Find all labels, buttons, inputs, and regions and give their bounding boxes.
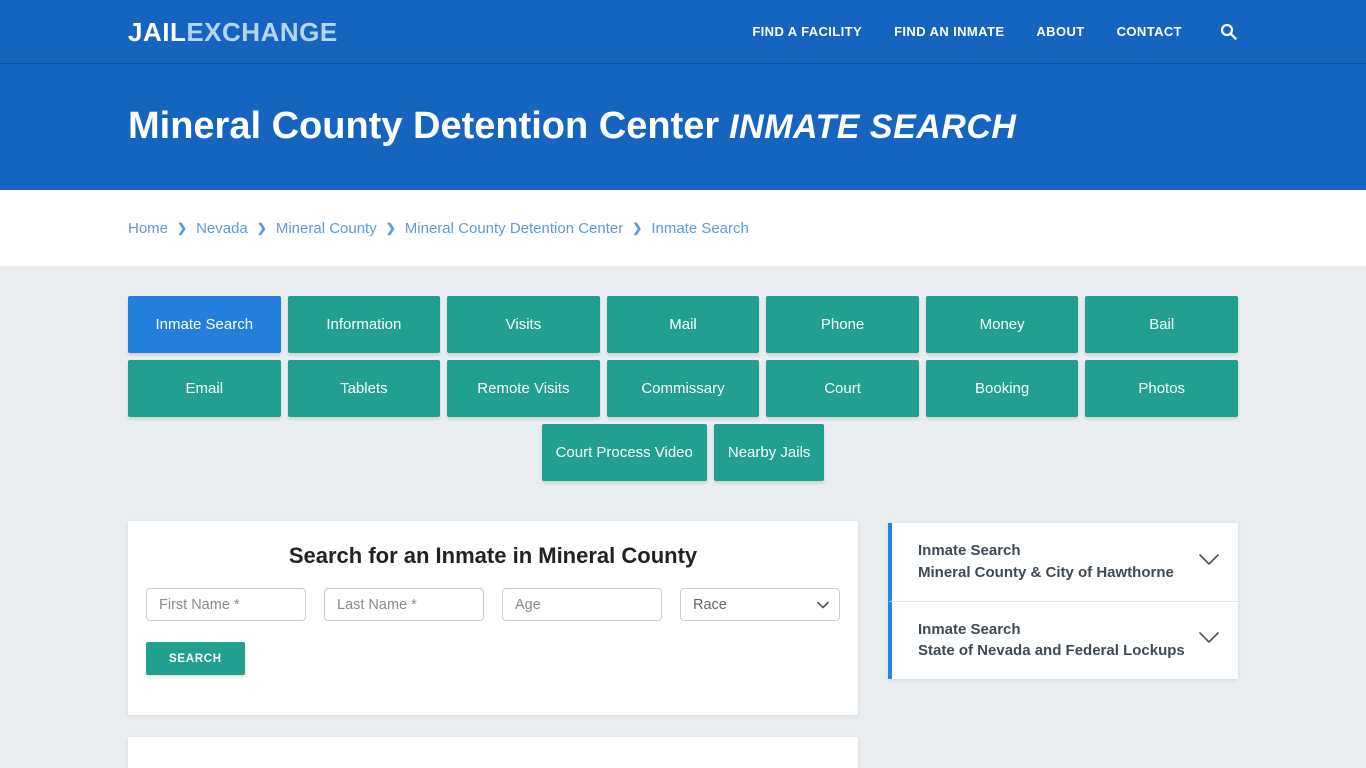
sidebar-item-inmate-search-state[interactable]: Inmate Search State of Nevada and Federa…	[888, 600, 1238, 679]
first-name-input[interactable]	[146, 588, 306, 621]
sidebar-item-subtitle: Mineral County & City of Hawthorne	[918, 563, 1174, 581]
last-name-input[interactable]	[324, 588, 484, 621]
facility-tabs: Inmate Search Information Visits Mail Ph…	[128, 266, 1238, 417]
tab-visits[interactable]: Visits	[447, 296, 600, 353]
breadcrumb-item-mineral-county[interactable]: Mineral County	[276, 220, 377, 237]
race-field-wrap: Race	[680, 588, 840, 621]
secondary-results-card	[128, 737, 858, 768]
main-column: Search for an Inmate in Mineral County R…	[128, 521, 858, 768]
logo-text-primary: JAIL	[128, 16, 187, 47]
tab-booking[interactable]: Booking	[925, 360, 1079, 417]
tab-nearby-jails[interactable]: Nearby Jails	[713, 424, 825, 481]
inmate-search-card: Search for an Inmate in Mineral County R…	[128, 521, 858, 715]
breadcrumb-separator-icon: ❯	[632, 221, 643, 235]
tab-information[interactable]: Information	[287, 296, 441, 353]
nav-item-contact[interactable]: CONTACT	[1117, 24, 1182, 39]
page-title-facility: Mineral County Detention Center	[128, 105, 720, 148]
tab-remote-visits[interactable]: Remote Visits	[447, 360, 600, 417]
sidebar-item-title: Inmate Search	[918, 620, 1021, 638]
page-title: Mineral County Detention Center INMATE SE…	[128, 105, 1017, 148]
breadcrumb-separator-icon: ❯	[256, 221, 267, 235]
content-area: Search for an Inmate in Mineral County R…	[128, 521, 1238, 768]
hero-banner: Mineral County Detention Center INMATE SE…	[0, 64, 1366, 190]
tab-money[interactable]: Money	[925, 296, 1079, 353]
sidebar-column: Inmate Search Mineral County & City of H…	[888, 521, 1238, 679]
age-input[interactable]	[502, 588, 662, 621]
breadcrumb-separator-icon: ❯	[177, 221, 188, 235]
tab-commissary[interactable]: Commissary	[606, 360, 760, 417]
first-name-field-wrap	[146, 588, 306, 621]
breadcrumb-bar: Home ❯ Nevada ❯ Mineral County ❯ Mineral…	[0, 190, 1366, 266]
sidebar-item-title: Inmate Search	[918, 542, 1021, 559]
search-heading: Search for an Inmate in Mineral County	[288, 543, 698, 568]
breadcrumb-item-current: Inmate Search	[651, 219, 749, 237]
tab-inmate-search[interactable]: Inmate Search	[128, 296, 281, 353]
site-header: JAILEXCHANGE FIND A FACILITY FIND AN INM…	[0, 0, 1366, 64]
nav-item-about[interactable]: ABOUT	[1036, 24, 1084, 39]
page-content: Inmate Search Information Visits Mail Ph…	[0, 266, 1366, 768]
tab-tablets[interactable]: Tablets	[287, 360, 441, 417]
tab-bail[interactable]: Bail	[1085, 296, 1238, 353]
breadcrumb-item-home[interactable]: Home	[128, 220, 168, 237]
search-icon[interactable]	[1218, 22, 1238, 42]
chevron-down-icon[interactable]	[1198, 631, 1220, 649]
nav-item-find-an-inmate[interactable]: FIND AN INMATE	[894, 24, 1004, 39]
tab-court-process-video[interactable]: Court Process Video	[541, 424, 707, 481]
tab-mail[interactable]: Mail	[606, 296, 760, 353]
last-name-field-wrap	[324, 588, 484, 621]
sidebar-item-text: Inmate Search Mineral County & City of H…	[918, 540, 1186, 584]
breadcrumb: Home ❯ Nevada ❯ Mineral County ❯ Mineral…	[128, 220, 749, 237]
tab-phone[interactable]: Phone	[766, 296, 919, 353]
page-title-section: INMATE SEARCH	[729, 108, 1017, 147]
breadcrumb-item-detention-center[interactable]: Mineral County Detention Center	[405, 220, 623, 237]
tab-email[interactable]: Email	[128, 360, 281, 417]
tab-photos[interactable]: Photos	[1085, 360, 1238, 417]
sidebar-item-inmate-search-county[interactable]: Inmate Search Mineral County & City of H…	[888, 523, 1238, 601]
breadcrumb-separator-icon: ❯	[385, 221, 396, 235]
sidebar-item-text: Inmate Search State of Nevada and Federa…	[918, 619, 1186, 663]
search-button[interactable]: SEARCH	[146, 642, 245, 675]
search-form-row: Race	[146, 588, 840, 621]
nav-item-find-a-facility[interactable]: FIND A FACILITY	[752, 24, 862, 39]
facility-tabs-row-3: Court Process Video Nearby Jails	[128, 424, 1238, 481]
chevron-down-icon[interactable]	[1198, 553, 1220, 571]
breadcrumb-item-nevada[interactable]: Nevada	[196, 220, 248, 237]
logo-text-secondary: EXCHANGE	[186, 16, 338, 47]
main-navigation: FIND A FACILITY FIND AN INMATE ABOUT CON…	[752, 22, 1238, 42]
tab-court[interactable]: Court	[766, 360, 919, 417]
site-logo[interactable]: JAILEXCHANGE	[128, 19, 338, 45]
sidebar-item-subtitle: State of Nevada and Federal Lockups	[918, 642, 1185, 660]
sidebar-accordion: Inmate Search Mineral County & City of H…	[888, 523, 1238, 679]
race-select[interactable]: Race	[680, 588, 840, 621]
age-field-wrap	[502, 588, 662, 621]
